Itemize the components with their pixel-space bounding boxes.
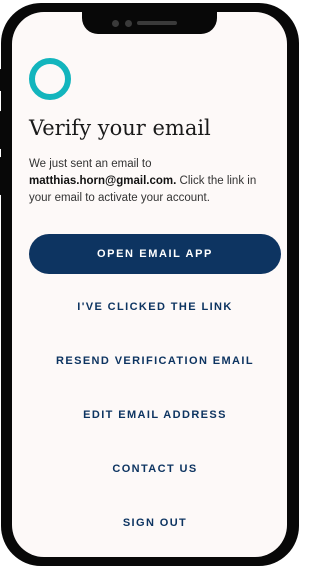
clicked-link-button[interactable]: I'VE CLICKED THE LINK xyxy=(29,296,281,318)
resend-verification-button[interactable]: RESEND VERIFICATION EMAIL xyxy=(29,350,281,372)
verification-description: We just sent an email to matthias.horn@gm… xyxy=(29,156,277,207)
speaker-grille xyxy=(137,21,177,25)
page-title: Verify your email xyxy=(29,116,211,140)
brand-logo-icon xyxy=(29,58,71,100)
phone-screen: Verify your email We just sent an email … xyxy=(12,12,287,557)
volume-up-button xyxy=(0,111,3,149)
user-email: matthias.horn@gmail.com. xyxy=(29,175,177,187)
camera-dot xyxy=(112,20,119,27)
open-email-app-button[interactable]: OPEN EMAIL APP xyxy=(29,234,281,274)
sign-out-button[interactable]: SIGN OUT xyxy=(29,512,281,534)
description-prefix: We just sent an email to xyxy=(29,158,152,170)
volume-down-button xyxy=(0,157,3,195)
sensor-dot xyxy=(125,20,132,27)
phone-frame: Verify your email We just sent an email … xyxy=(0,3,299,566)
mute-switch xyxy=(0,69,3,91)
edit-email-button[interactable]: EDIT EMAIL ADDRESS xyxy=(29,404,281,426)
notch xyxy=(82,12,217,34)
contact-us-button[interactable]: CONTACT US xyxy=(29,458,281,480)
